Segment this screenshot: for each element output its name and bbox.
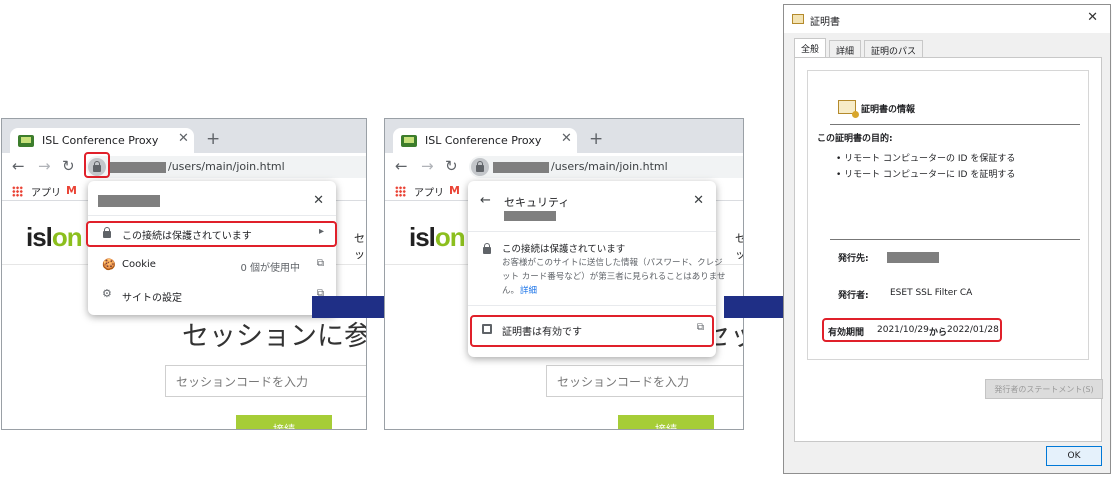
general-tab-panel: 証明書の情報 この証明書の目的: • リモート コンピューターの ID を保証す… <box>794 58 1103 442</box>
redacted-hostname <box>98 195 160 207</box>
reload-icon[interactable]: ↻ <box>62 157 75 175</box>
site-settings-label: サイトの設定 <box>122 293 182 304</box>
tab-title: ISL Conference Proxy <box>425 134 542 147</box>
connection-row-highlight <box>86 221 337 247</box>
address-bar[interactable]: /users/main/join.html <box>86 156 366 178</box>
monitor-icon <box>18 135 34 147</box>
issued-to-label: 発行先: <box>838 254 869 264</box>
join-button[interactable]: 接続 <box>618 415 714 429</box>
join-button[interactable]: 接続 <box>236 415 332 429</box>
popup-divider <box>468 305 716 306</box>
lock-icon <box>483 243 491 254</box>
certificate-icon <box>792 14 804 24</box>
gmail-icon[interactable]: M <box>449 184 460 197</box>
apps-grid-icon[interactable] <box>395 186 406 197</box>
gear-icon: ⚙ <box>102 287 112 300</box>
apps-grid-icon[interactable] <box>12 186 23 197</box>
isl-logo: islon <box>26 222 83 252</box>
session-code-input[interactable]: セッションコードを入力 <box>546 365 743 397</box>
close-icon[interactable]: ✕ <box>1087 10 1098 25</box>
page-nav-link[interactable]: セッ <box>735 230 743 262</box>
address-bar[interactable]: /users/main/join.html <box>469 156 743 178</box>
dialog-titlebar: 証明書 ✕ <box>784 5 1110 33</box>
site-settings-row[interactable]: ⚙ サイトの設定 ⧉ <box>88 285 336 307</box>
details-link[interactable]: 詳細 <box>520 284 537 296</box>
certificate-row-highlight <box>470 315 714 347</box>
reload-icon[interactable]: ↻ <box>445 157 458 175</box>
close-icon[interactable]: ✕ <box>561 131 572 146</box>
bookmark-apps[interactable]: アプリ <box>31 184 61 199</box>
browser-window-step-2: ISL Conference Proxy ✕ + ← → ↻ /users/ma… <box>384 118 744 430</box>
lock-icon <box>476 161 484 172</box>
cookie-row[interactable]: 🍪 Cookie 0 個が使用中 ⧉ <box>88 255 336 277</box>
back-arrow-icon[interactable]: ← <box>480 193 491 208</box>
section-rule <box>830 239 1080 240</box>
back-arrow-icon[interactable]: ← <box>12 157 25 175</box>
browser-tab[interactable]: ISL Conference Proxy ✕ <box>10 128 194 153</box>
purpose-item: • リモート コンピューターの ID を保証する <box>836 154 1016 164</box>
url-path: /users/main/join.html <box>551 160 668 173</box>
forward-arrow-icon[interactable]: → <box>421 157 434 175</box>
secure-description-line-1: お客様がこのサイトに送信した情報（パスワード、クレジ <box>502 258 723 268</box>
security-title: セキュリティ <box>504 196 570 209</box>
certificate-info-heading: 証明書の情報 <box>861 105 916 115</box>
external-link-icon: ⧉ <box>316 258 324 269</box>
browser-toolbar: ← → ↻ /users/main/join.html <box>2 152 366 181</box>
issued-by-label: 発行者: <box>838 291 869 301</box>
ok-button[interactable]: OK <box>1046 446 1102 466</box>
isl-logo: islon <box>409 222 466 252</box>
tab-certification-path[interactable]: 証明のパス <box>864 40 924 58</box>
popup-divider <box>88 215 336 216</box>
new-tab-button[interactable]: + <box>206 129 220 149</box>
cookie-count: 0 個が使用中 <box>240 263 300 274</box>
dialog-title: 証明書 <box>810 17 840 28</box>
redacted-hostname <box>504 211 556 221</box>
purpose-label: この証明書の目的: <box>817 134 893 144</box>
close-icon[interactable]: ✕ <box>178 131 189 146</box>
tab-strip: ISL Conference Proxy ✕ + <box>2 119 366 153</box>
session-code-input[interactable]: セッションコードを入力 <box>165 365 366 397</box>
close-icon[interactable]: ✕ <box>693 193 704 208</box>
cookie-icon: 🍪 <box>102 258 116 271</box>
url-path: /users/main/join.html <box>168 160 285 173</box>
secure-heading: この接続は保護されています <box>502 244 626 255</box>
new-tab-button[interactable]: + <box>589 129 603 149</box>
secure-description-line-3: ん。 <box>502 286 520 296</box>
purpose-item: • リモート コンピューターに ID を証明する <box>836 170 1016 180</box>
issued-by-value: ESET SSL Filter CA <box>890 288 973 298</box>
tab-title: ISL Conference Proxy <box>42 134 159 147</box>
page-nav-link[interactable]: セッ <box>354 230 366 262</box>
certificate-info-box: 証明書の情報 この証明書の目的: • リモート コンピューターの ID を保証す… <box>807 70 1089 360</box>
browser-toolbar: ← → ↻ /users/main/join.html <box>385 153 743 181</box>
validity-highlight <box>822 318 1002 342</box>
heading-rule <box>830 124 1080 125</box>
secure-description-line-2: ット カード番号など）が第三者に見られることはありませ <box>502 272 726 282</box>
redacted-host <box>110 162 166 173</box>
forward-arrow-icon[interactable]: → <box>38 157 51 175</box>
browser-tab[interactable]: ISL Conference Proxy ✕ <box>393 128 577 153</box>
back-arrow-icon[interactable]: ← <box>395 157 408 175</box>
cookie-label: Cookie <box>122 259 156 270</box>
site-info-button[interactable] <box>471 158 489 176</box>
certificate-badge-icon <box>838 100 859 118</box>
tab-general[interactable]: 全般 <box>794 38 827 58</box>
gmail-icon[interactable]: M <box>66 184 77 197</box>
site-info-popup: ✕ この接続は保護されています ▸ 🍪 Cookie 0 個が使用中 ⧉ ⚙ サ… <box>86 181 337 315</box>
close-icon[interactable]: ✕ <box>313 193 324 208</box>
tab-details[interactable]: 詳細 <box>829 40 862 58</box>
monitor-icon <box>401 135 417 147</box>
tab-strip: ISL Conference Proxy ✕ + <box>385 119 743 153</box>
security-popup: ← セキュリティ ✕ この接続は保護されています お客様がこのサイトに送信した情… <box>468 181 725 357</box>
redacted-issued-to <box>887 252 939 263</box>
bookmark-apps[interactable]: アプリ <box>414 184 444 199</box>
browser-window-step-1: ISL Conference Proxy ✕ + ← → ↻ /users/ma… <box>1 118 367 430</box>
popup-divider <box>468 231 716 232</box>
redacted-host <box>493 162 549 173</box>
issuer-statement-button[interactable]: 発行者のステートメント(S) <box>985 379 1103 399</box>
certificate-dialog: 証明書 ✕ 全般 詳細 証明のパス 証明書の情報 この証明書の目的: • リモー… <box>783 4 1111 474</box>
lock-highlight <box>84 152 110 178</box>
